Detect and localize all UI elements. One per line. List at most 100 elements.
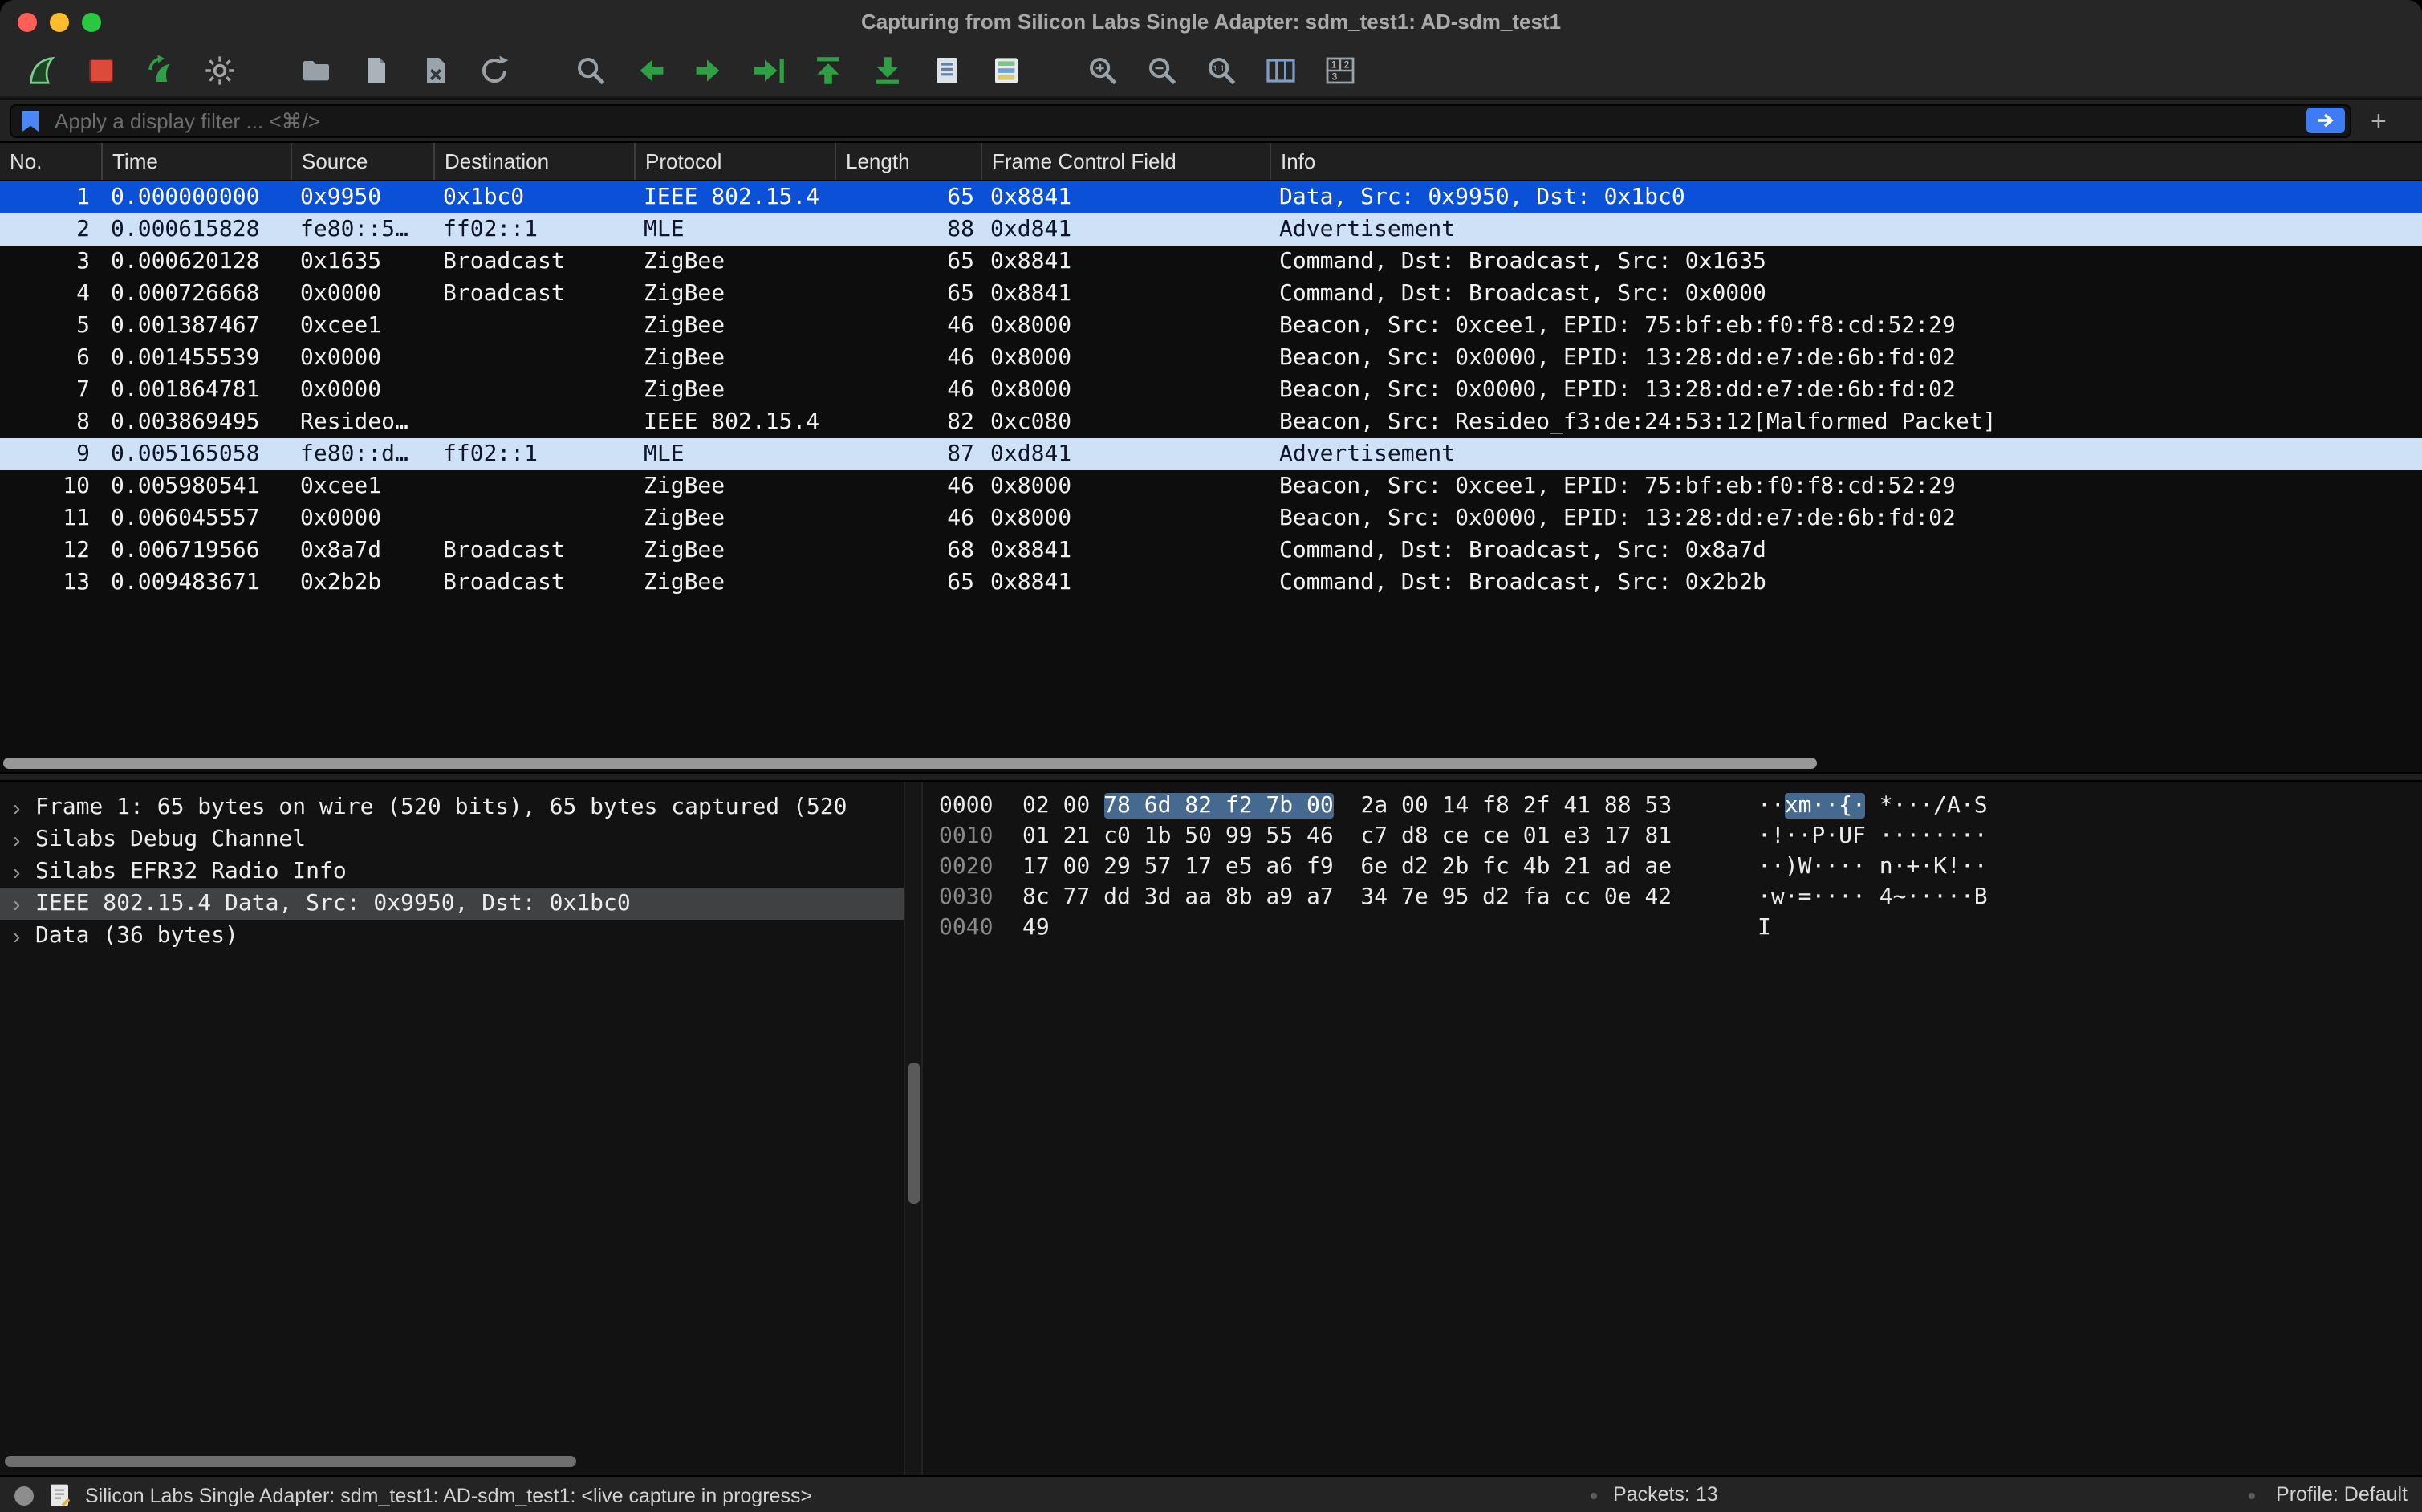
detail-row[interactable]: ›Silabs Debug Channel	[0, 823, 904, 856]
cell-len: 46	[835, 342, 981, 374]
column-header-fcf[interactable]: Frame Control Field	[981, 143, 1270, 180]
hex-ascii: I	[1758, 913, 1771, 944]
go-first-packet-icon[interactable]	[809, 51, 847, 89]
scrollbar-thumb[interactable]	[5, 1456, 576, 1467]
zoom-window-button[interactable]	[82, 13, 101, 32]
column-header-info[interactable]: Info	[1270, 143, 2422, 180]
cell-src: 0x2b2b	[291, 567, 433, 599]
add-filter-button[interactable]: +	[2371, 104, 2387, 137]
cell-time: 0.003869495	[101, 406, 291, 438]
detail-row[interactable]: ›Silabs EFR32 Radio Info	[0, 856, 904, 888]
hex-row-0040[interactable]: 004049I	[923, 913, 2422, 944]
cell-dst: Broadcast	[433, 246, 634, 278]
packet-row-2[interactable]: 20.000615828fe80::5…ff02::1MLE880xd841Ad…	[0, 213, 2422, 246]
cell-info: Beacon, Src: 0x0000, EPID: 13:28:dd:e7:d…	[1270, 374, 2422, 406]
expand-chevron-icon[interactable]: ›	[13, 823, 20, 856]
detail-row[interactable]: ›IEEE 802.15.4 Data, Src: 0x9950, Dst: 0…	[0, 888, 904, 920]
cell-len: 65	[835, 181, 981, 213]
reload-icon[interactable]	[475, 51, 514, 89]
filter-bookmark-icon[interactable]	[19, 108, 42, 132]
go-back-icon[interactable]	[631, 51, 669, 89]
column-header-len[interactable]: Length	[835, 143, 981, 180]
open-file-icon[interactable]	[297, 51, 335, 89]
packet-row-6[interactable]: 60.0014555390x0000ZigBee460x8000Beacon, …	[0, 342, 2422, 374]
auto-scroll-icon[interactable]	[928, 51, 966, 89]
details-hex-splitter[interactable]	[904, 782, 923, 1475]
packet-row-9[interactable]: 90.005165058fe80::d…ff02::1MLE870xd841Ad…	[0, 438, 2422, 470]
close-file-icon[interactable]	[416, 51, 454, 89]
expert-info-icon[interactable]	[14, 1486, 34, 1505]
detail-row[interactable]: › Data (36 bytes)	[0, 920, 904, 952]
packet-row-4[interactable]: 40.0007266680x0000BroadcastZigBee650x884…	[0, 278, 2422, 310]
close-window-button[interactable]	[18, 13, 37, 32]
column-header-no[interactable]: No.	[0, 143, 101, 180]
packet-row-10[interactable]: 100.0059805410xcee1ZigBee460x8000Beacon,…	[0, 470, 2422, 502]
packet-row-13[interactable]: 130.0094836710x2b2bBroadcastZigBee650x88…	[0, 567, 2422, 599]
cell-info: Beacon, Src: 0x0000, EPID: 13:28:dd:e7:d…	[1270, 342, 2422, 374]
find-packet-icon[interactable]	[571, 51, 610, 89]
go-to-packet-icon[interactable]	[750, 51, 788, 89]
packet-row-11[interactable]: 110.0060455570x0000ZigBee460x8000Beacon,…	[0, 502, 2422, 534]
packet-list-hscrollbar[interactable]	[0, 756, 2422, 770]
expand-chevron-icon[interactable]: ›	[13, 920, 20, 952]
display-filter-input[interactable]	[10, 104, 2351, 137]
column-header-dst[interactable]: Destination	[433, 143, 634, 180]
zoom-out-icon[interactable]	[1143, 51, 1181, 89]
detail-row[interactable]: ›Frame 1: 65 bytes on wire (520 bits), 6…	[0, 791, 904, 823]
capture-comment-icon[interactable]	[48, 1483, 71, 1507]
profile-label[interactable]: Profile: Default	[2276, 1483, 2408, 1506]
filter-bar: +	[0, 100, 2422, 143]
expand-chevron-icon[interactable]: ›	[13, 856, 20, 888]
go-forward-icon[interactable]	[690, 51, 729, 89]
colorize-icon[interactable]	[987, 51, 1026, 89]
expand-chevron-icon[interactable]: ›	[13, 888, 20, 920]
details-vscrollbar-thumb[interactable]	[908, 1063, 920, 1204]
scrollbar-thumb[interactable]	[3, 758, 1817, 769]
cell-dst	[433, 470, 634, 502]
cell-info: Command, Dst: Broadcast, Src: 0x8a7d	[1270, 534, 2422, 567]
start-capture-icon[interactable]	[22, 51, 61, 89]
packet-row-12[interactable]: 120.0067195660x8a7dBroadcastZigBee680x88…	[0, 534, 2422, 567]
hex-row-0020[interactable]: 002017 00 29 57 17 e5 a6 f9 6e d2 2b fc …	[923, 852, 2422, 883]
cell-info: Beacon, Src: 0xcee1, EPID: 75:bf:eb:f0:f…	[1270, 310, 2422, 342]
cell-proto: ZigBee	[634, 502, 835, 534]
zoom-in-icon[interactable]	[1083, 51, 1122, 89]
column-display-icon[interactable]: 123	[1321, 51, 1359, 89]
cell-dst: Broadcast	[433, 534, 634, 567]
cell-info: Beacon, Src: 0xcee1, EPID: 75:bf:eb:f0:f…	[1270, 470, 2422, 502]
cell-dst: ff02::1	[433, 438, 634, 470]
expand-chevron-icon[interactable]: ›	[13, 791, 20, 823]
cell-proto: ZigBee	[634, 470, 835, 502]
cell-src: 0xcee1	[291, 470, 433, 502]
save-file-icon[interactable]	[356, 51, 395, 89]
hex-row-0030[interactable]: 00308c 77 dd 3d aa 8b a9 a7 34 7e 95 d2 …	[923, 883, 2422, 913]
cell-time: 0.001455539	[101, 342, 291, 374]
packet-row-3[interactable]: 30.0006201280x1635BroadcastZigBee650x884…	[0, 246, 2422, 278]
restart-capture-icon[interactable]	[141, 51, 180, 89]
capture-options-icon[interactable]	[201, 51, 239, 89]
packet-row-5[interactable]: 50.0013874670xcee1ZigBee460x8000Beacon, …	[0, 310, 2422, 342]
zoom-reset-icon[interactable]: 1:1	[1202, 51, 1241, 89]
stop-capture-icon[interactable]	[82, 51, 120, 89]
column-header-proto[interactable]: Protocol	[634, 143, 835, 180]
hex-row-0010[interactable]: 001001 21 c0 1b 50 99 55 46 c7 d8 ce ce …	[923, 822, 2422, 852]
apply-filter-button[interactable]	[2306, 108, 2345, 133]
hex-row-0000[interactable]: 000002 00 78 6d 82 f2 7b 00 2a 00 14 f8 …	[923, 791, 2422, 822]
column-header-src[interactable]: Source	[291, 143, 433, 180]
details-hscrollbar[interactable]	[2, 1454, 902, 1469]
packet-row-8[interactable]: 80.003869495Resideo…IEEE 802.15.4820xc08…	[0, 406, 2422, 438]
cell-no: 1	[0, 181, 101, 213]
pane-splitter[interactable]	[0, 772, 2422, 782]
resize-columns-icon[interactable]	[1262, 51, 1300, 89]
cell-fcf: 0xc080	[981, 406, 1270, 438]
detail-label: Data (36 bytes)	[35, 923, 238, 949]
go-last-packet-icon[interactable]	[868, 51, 907, 89]
cell-time: 0.000615828	[101, 213, 291, 246]
minimize-window-button[interactable]	[50, 13, 69, 32]
cell-no: 13	[0, 567, 101, 599]
packet-row-1[interactable]: 10.0000000000x99500x1bc0IEEE 802.15.4650…	[0, 181, 2422, 213]
cell-proto: ZigBee	[634, 342, 835, 374]
column-header-time[interactable]: Time	[101, 143, 291, 180]
cell-time: 0.000620128	[101, 246, 291, 278]
packet-row-7[interactable]: 70.0018647810x0000ZigBee460x8000Beacon, …	[0, 374, 2422, 406]
